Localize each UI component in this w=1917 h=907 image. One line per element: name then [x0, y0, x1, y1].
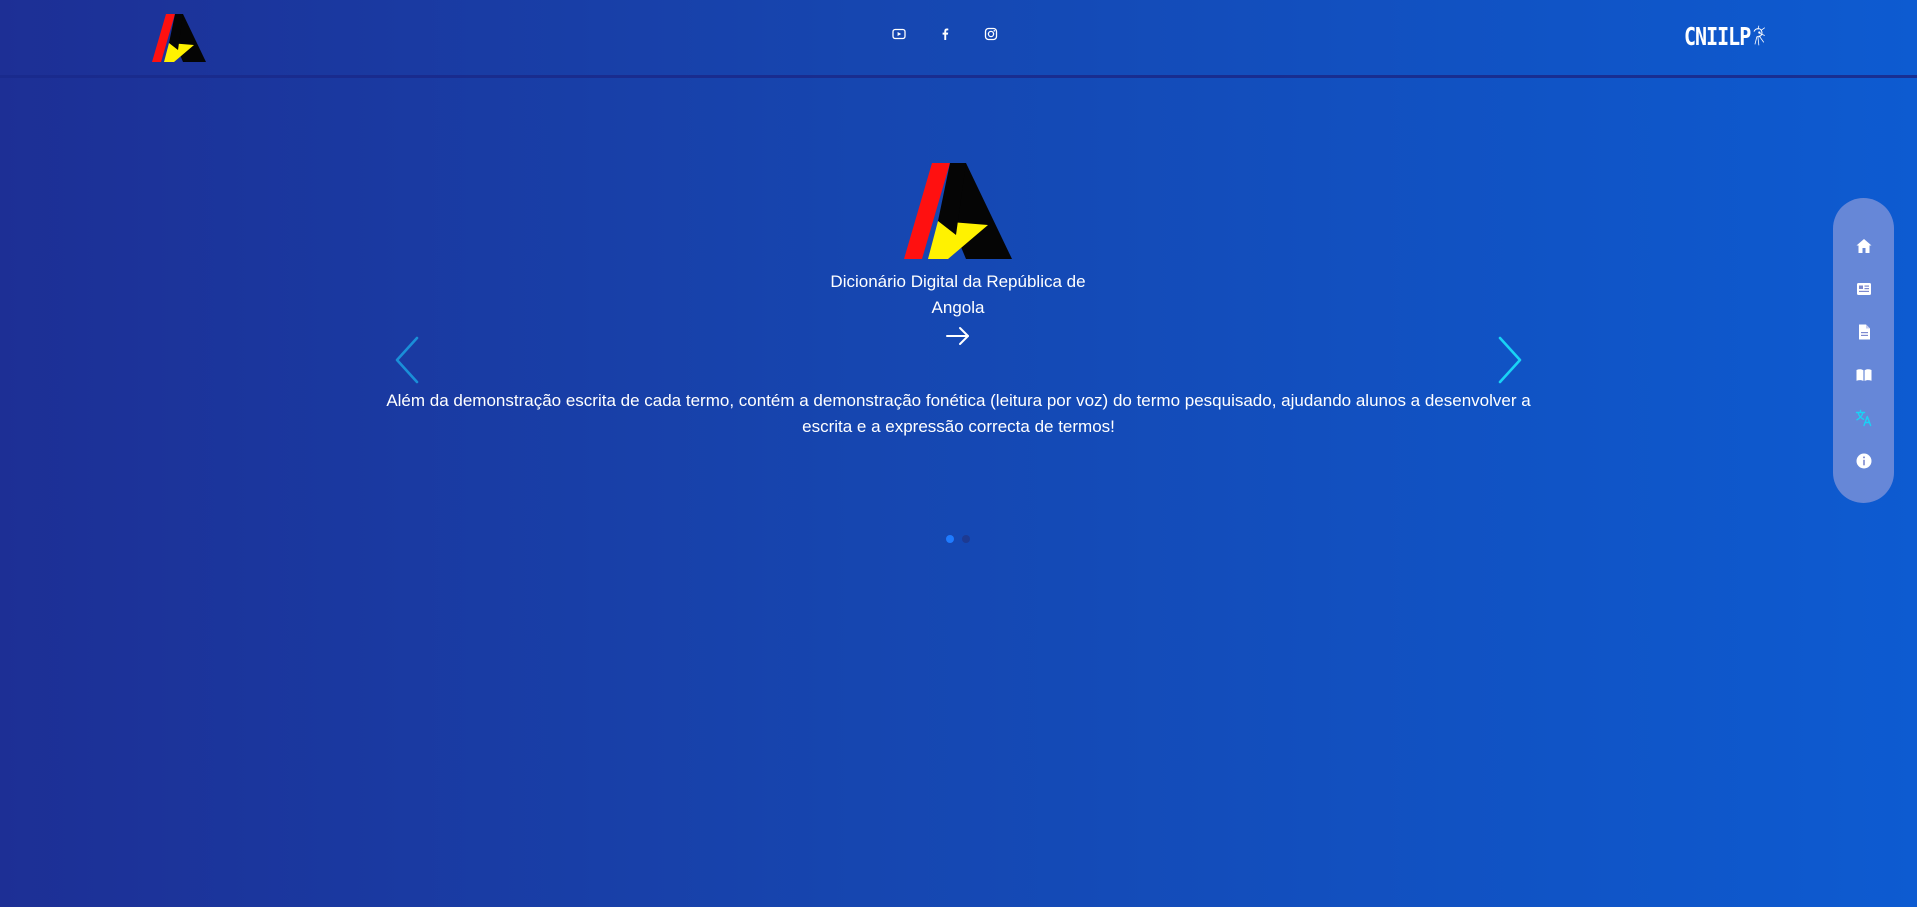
carousel-dot-1[interactable]: [946, 535, 954, 543]
slide-title: Dicionário Digital da República de Angol…: [830, 272, 1086, 317]
header-divider: [0, 75, 1917, 78]
arrow-right-icon[interactable]: [945, 326, 971, 346]
instagram-icon[interactable]: [981, 24, 1001, 44]
slide-description: Além da demonstração escrita de cada ter…: [386, 391, 1531, 436]
header: CNIILP: [0, 0, 1917, 76]
carousel-next-button[interactable]: [1496, 335, 1524, 385]
carousel-pagination: [945, 535, 975, 545]
translate-icon[interactable]: [1854, 408, 1874, 428]
info-icon[interactable]: [1854, 451, 1874, 471]
carousel-dot-2[interactable]: [962, 535, 970, 543]
newspaper-icon[interactable]: [1854, 279, 1874, 299]
document-icon[interactable]: [1854, 322, 1874, 342]
carousel-prev-button[interactable]: [393, 335, 421, 385]
brand-text: CNIILP: [1684, 21, 1751, 51]
cniilp-logo[interactable]: CNIILP: [1684, 12, 1766, 60]
facebook-icon[interactable]: [935, 24, 955, 44]
book-open-icon[interactable]: [1854, 365, 1874, 385]
cniilp-logo-icon: [1753, 25, 1766, 46]
angola-a-logo-icon: [904, 163, 1012, 259]
angola-a-logo-icon[interactable]: [152, 14, 206, 62]
side-nav: [1833, 198, 1894, 503]
youtube-icon[interactable]: [889, 24, 909, 44]
home-icon[interactable]: [1854, 236, 1874, 256]
hero-carousel: Dicionário Digital da República de Angol…: [380, 140, 1537, 560]
